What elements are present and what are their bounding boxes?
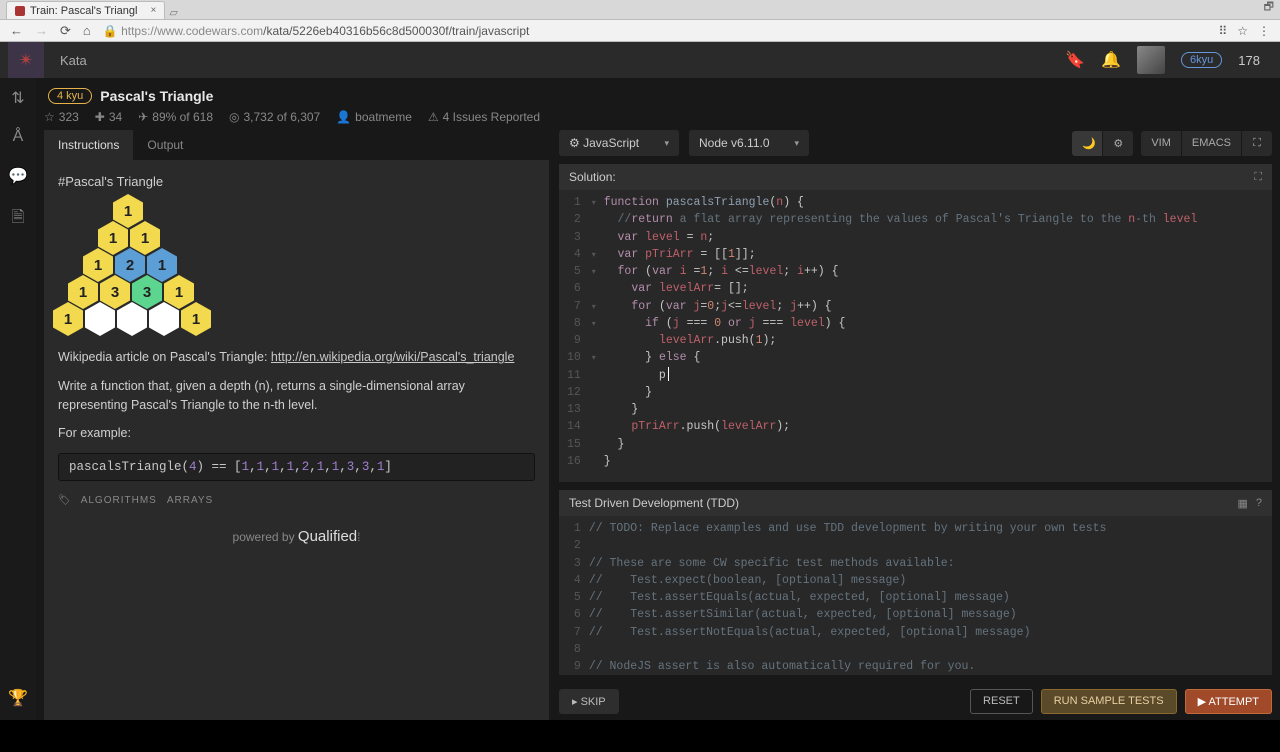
author-link[interactable]: boatmeme xyxy=(355,110,412,124)
instructions-heading: #Pascal's Triangle xyxy=(58,174,535,189)
task-description: Write a function that, given a depth (n)… xyxy=(58,377,535,415)
runtime-select[interactable]: Node v6.11.0 ▾ xyxy=(689,130,809,156)
run-sample-tests-button[interactable]: RUN SAMPLE TESTS xyxy=(1041,689,1177,714)
reload-icon[interactable]: ⟳ xyxy=(60,23,71,39)
back-icon[interactable]: ← xyxy=(10,23,23,38)
nav-kata[interactable]: Kata xyxy=(44,53,103,68)
address-bar: ← → ⟳ ⌂ 🔒 https://www.codewars.com/kata/… xyxy=(0,20,1280,42)
attempt-button[interactable]: ▶ ATTEMPT xyxy=(1185,689,1272,714)
solution-editor[interactable]: 1 ▾2 3 4 ▾5 ▾6 7 ▾8 ▾9 10 ▾11 12 13 14 1… xyxy=(559,190,1272,482)
chevron-down-icon: ▾ xyxy=(664,138,669,149)
menu-icon[interactable]: ⋮ xyxy=(1258,24,1270,38)
grid-icon[interactable]: ▦ xyxy=(1237,497,1247,510)
new-tab-button[interactable]: ▱ xyxy=(169,6,177,19)
star-icon: ☆ xyxy=(44,110,55,124)
chevron-down-icon: ▾ xyxy=(794,138,799,149)
forward-icon[interactable]: → xyxy=(35,23,48,38)
expand-icon[interactable]: ⛶ xyxy=(1254,171,1262,184)
tab-title: Train: Pascal's Triangl xyxy=(30,5,137,17)
tdd-label: Test Driven Development (TDD) xyxy=(569,496,739,510)
code-example: pascalsTriangle(4) == [1,1,1,1,2,1,1,3,3… xyxy=(58,453,535,481)
tab-close-icon[interactable]: × xyxy=(150,5,156,16)
compare-icon[interactable]: ⇅ xyxy=(11,88,24,108)
stats-row: ☆323 ✚34 ✈89% of 618 ◎3,732 of 6,307 👤bo… xyxy=(44,110,1272,130)
bookmark-icon: ✚ xyxy=(95,110,105,124)
tag-icon: 🏷 xyxy=(58,495,71,506)
honor-score: 178 xyxy=(1238,53,1260,68)
tag[interactable]: ARRAYS xyxy=(167,495,213,506)
doc-icon[interactable]: 🗎 xyxy=(12,206,25,233)
browser-tabs-bar: Train: Pascal's Triangl × ▱ 🗗 xyxy=(0,0,1280,20)
bookmark-icon[interactable]: 🔖 xyxy=(1065,50,1085,70)
browser-tab[interactable]: Train: Pascal's Triangl × xyxy=(6,1,165,19)
wiki-label: Wikipedia article on Pascal's Triangle: xyxy=(58,350,267,364)
translate-icon[interactable]: ⠿ xyxy=(1218,24,1227,38)
kata-title: Pascal's Triangle xyxy=(100,88,213,104)
user-icon: 👤 xyxy=(336,110,351,124)
language-select[interactable]: ⚙ JavaScript ▾ xyxy=(559,130,679,156)
trophy-icon[interactable]: 🏆 xyxy=(8,688,28,708)
tdd-editor[interactable]: 123456789101112131415 // TODO: Replace e… xyxy=(559,516,1272,675)
skip-button[interactable]: ▸ SKIP xyxy=(559,689,619,714)
solution-label: Solution: xyxy=(569,170,616,184)
settings-icon[interactable]: ⚙ xyxy=(1103,131,1133,156)
fullscreen-icon[interactable]: ⛶ xyxy=(1242,131,1272,156)
pascals-triangle-diagram: 1 11 121 1331 11 xyxy=(52,194,535,336)
codewars-logo[interactable]: ✴ xyxy=(8,42,44,78)
lock-icon: 🔒 xyxy=(103,24,118,38)
satisfaction-icon: ✈ xyxy=(138,110,148,124)
window-restore-icon[interactable]: 🗗 xyxy=(1258,0,1280,19)
instructions-panel: #Pascal's Triangle 1 11 121 1331 11 Wiki… xyxy=(44,160,549,720)
issues-link[interactable]: 4 Issues Reported xyxy=(443,110,540,124)
avatar[interactable] xyxy=(1137,46,1165,74)
url-input[interactable]: 🔒 https://www.codewars.com/kata/5226eb40… xyxy=(103,24,1207,38)
top-nav: ✴ Kata 🔖 🔔 6kyu 178 xyxy=(0,42,1280,78)
for-example-label: For example: xyxy=(58,424,535,443)
favicon xyxy=(15,6,25,16)
editor-mode-vim[interactable]: VIM xyxy=(1141,131,1181,156)
left-rail: ⇅ Å 💬 🗎 🏆 xyxy=(0,78,36,720)
tag[interactable]: ALGORITHMS xyxy=(81,495,157,506)
help-icon[interactable]: ? xyxy=(1256,497,1262,510)
compass-icon[interactable]: Å xyxy=(13,128,24,146)
warning-icon: ⚠ xyxy=(428,110,439,124)
tab-instructions[interactable]: Instructions xyxy=(44,130,133,160)
tab-output[interactable]: Output xyxy=(133,130,197,160)
reset-button[interactable]: RESET xyxy=(970,689,1033,714)
editor-mode-emacs[interactable]: EMACS xyxy=(1182,131,1241,156)
chat-icon[interactable]: 💬 xyxy=(8,166,28,186)
gear-icon: ⚙ xyxy=(569,136,580,150)
home-icon[interactable]: ⌂ xyxy=(83,23,91,38)
star-icon[interactable]: ☆ xyxy=(1237,24,1248,38)
wiki-link[interactable]: http://en.wikipedia.org/wiki/Pascal's_tr… xyxy=(271,350,514,364)
target-icon: ◎ xyxy=(229,110,239,124)
powered-by: powered by Qualified⁞ xyxy=(58,528,535,545)
bell-icon[interactable]: 🔔 xyxy=(1101,50,1121,70)
user-rank-badge: 6kyu xyxy=(1181,52,1222,68)
kata-rank-badge: 4 kyu xyxy=(48,88,92,104)
theme-toggle[interactable]: 🌙 xyxy=(1072,131,1102,156)
